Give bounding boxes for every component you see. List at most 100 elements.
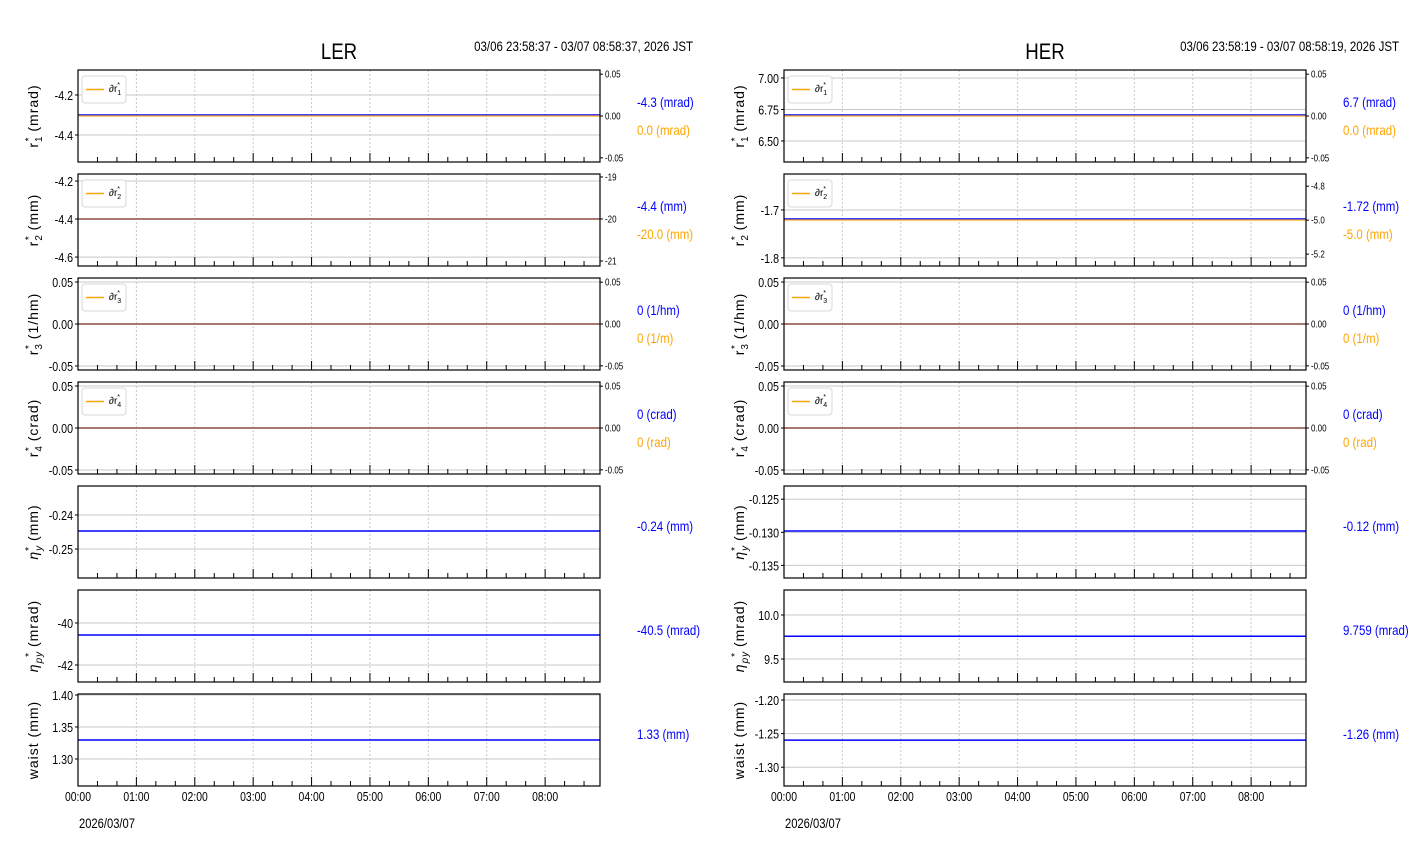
y-tick-label: 6.75 <box>758 102 779 117</box>
right-y-tick-label: 0.05 <box>605 69 621 80</box>
current-value-label: 9.759 (mrad) <box>1343 622 1409 638</box>
y-tick-label: -42 <box>58 658 73 673</box>
legend-superscript: * <box>823 394 826 401</box>
x-tick-label: 07:00 <box>474 790 500 804</box>
y-label-symbol: η <box>25 551 41 560</box>
y-label-unit: (crad) <box>731 399 747 446</box>
panel: -1.7 -1.8 -4.8 -5.0 -5.2 ∂r2* -1.72 (mm) -5.0 (… <box>730 173 1399 267</box>
panel-frame <box>77 173 601 267</box>
y-tick-label: -0.25 <box>49 542 74 557</box>
right-y-tick-label: 0.05 <box>605 277 621 288</box>
y-axis-label: r2* (mm) <box>730 194 751 247</box>
x-tick-label: 05:00 <box>357 790 383 804</box>
right-y-tick-label: -0.05 <box>605 152 623 163</box>
legend-subscript: 3 <box>823 298 827 305</box>
delta-value-label: 0 (1/m) <box>637 330 673 346</box>
panel: -4.2 -4.4 0.05 0.00 -0.05 ∂r1* -4.3 (mrad) 0.0 … <box>24 69 694 164</box>
right-y-tick-label: 0.00 <box>1311 319 1327 330</box>
legend-subscript: 2 <box>823 194 827 201</box>
x-tick-label: 03:00 <box>946 790 972 804</box>
legend-label: ∂r4* <box>109 394 121 409</box>
right-y-tick-label: -0.05 <box>1311 152 1329 163</box>
y-label-unit: (mrad) <box>25 600 41 652</box>
y-label-symbol: waist <box>731 742 747 780</box>
panel: 1.40 1.35 1.30 1.33 (mm) waist (mm) <box>25 688 689 787</box>
right-y-tick-label: 0.00 <box>605 423 621 434</box>
y-tick-label: -0.05 <box>49 463 74 478</box>
x-tick-label: 04:00 <box>299 790 325 804</box>
legend-label: ∂r2* <box>815 186 827 201</box>
right-y-tick-label: -5.0 <box>1311 215 1325 226</box>
x-tick-label: 00:00 <box>771 790 797 804</box>
chart-title: LER <box>321 41 357 65</box>
x-tick-label: 08:00 <box>1238 790 1264 804</box>
panel: 0.05 0.00 -0.05 0.05 0.00 -0.05 ∂r4* 0 (crad) 0 … <box>24 379 677 478</box>
y-tick-label: 0.00 <box>758 317 779 332</box>
legend-superscript: * <box>117 290 120 297</box>
x-tick-label: 06:00 <box>415 790 441 804</box>
right-y-tick-label: 0.00 <box>1311 111 1327 122</box>
right-y-tick-label: 0.00 <box>605 111 621 122</box>
y-axis-label: ηy* (mm) <box>730 504 751 559</box>
y-tick-label: -4.4 <box>55 128 74 143</box>
y-tick-label: -1.25 <box>755 727 780 742</box>
panel: 10.0 9.5 9.759 (mrad) ηpy* (mrad) <box>730 589 1409 683</box>
x-tick-label: 02:00 <box>888 790 914 804</box>
y-tick-label: -4.2 <box>55 88 73 103</box>
current-value-label: 0 (crad) <box>637 406 677 422</box>
panel: 0.05 0.00 -0.05 0.05 0.00 -0.05 ∂r3* 0 (1/hm) 0 … <box>24 275 680 374</box>
y-label-unit: (mm) <box>731 504 747 546</box>
subplot-column-her: HER 03/06 23:58:19 - 03/07 08:58:19, 2026… <box>730 38 1409 831</box>
delta-value-label: -5.0 (mm) <box>1343 226 1393 242</box>
y-tick-label: 1.30 <box>52 752 73 767</box>
y-axis-label: r3* (1/hm) <box>24 293 45 355</box>
current-value-label: -0.12 (mm) <box>1343 518 1399 534</box>
current-value-label: -1.26 (mm) <box>1343 726 1399 742</box>
current-value-label: -4.3 (mrad) <box>637 94 694 110</box>
right-y-tick-label: 0.05 <box>1311 381 1327 392</box>
legend: ∂r1* <box>81 75 127 104</box>
y-label-unit: (crad) <box>25 399 41 446</box>
panel: -1.20 -1.25 -1.30 -1.26 (mm) waist (mm) <box>731 693 1399 787</box>
y-tick-label: 0.00 <box>52 317 73 332</box>
panel: -4.2 -4.4 -4.6 -19 -20 -21 ∂r2* -4.4 (mm) -20.0 … <box>24 172 693 267</box>
legend-superscript: * <box>117 186 120 193</box>
x-tick-label: 08:00 <box>532 790 558 804</box>
right-y-tick-label: 0.00 <box>1311 423 1327 434</box>
y-axis-label: r2* (mm) <box>24 194 45 247</box>
right-y-tick-label: 0.05 <box>605 381 621 392</box>
y-label-symbol: η <box>25 663 41 672</box>
delta-value-label: 0.0 (mrad) <box>1343 122 1396 138</box>
current-value-label: 0 (crad) <box>1343 406 1383 422</box>
panel: 7.00 6.75 6.50 0.05 0.00 -0.05 ∂r1* 6.7 (mrad) 0… <box>730 69 1396 164</box>
chart-title: HER <box>1025 41 1064 65</box>
legend-superscript: * <box>823 186 826 193</box>
x-tick-label: 04:00 <box>1005 790 1031 804</box>
y-tick-label: 7.00 <box>758 71 779 86</box>
y-axis-label: r1* (mrad) <box>24 84 45 147</box>
legend-label: ∂r3* <box>109 290 121 305</box>
panel: -0.125 -0.130 -0.135 -0.12 (mm) ηy* (mm) <box>730 485 1399 579</box>
legend-subscript: 4 <box>823 402 827 409</box>
y-tick-label: 0.05 <box>52 379 73 394</box>
x-tick-label: 03:00 <box>240 790 266 804</box>
y-axis-label: r4* (crad) <box>24 399 45 458</box>
y-axis-label: r1* (mrad) <box>730 84 751 147</box>
right-y-tick-label: -19 <box>605 172 617 183</box>
y-label-unit: (mrad) <box>731 84 747 136</box>
time-range-label: 03/06 23:58:37 - 03/07 08:58:37, 2026 JS… <box>474 38 693 54</box>
legend-superscript: * <box>117 82 120 89</box>
legend: ∂r4* <box>81 387 127 416</box>
y-axis-label: ηpy* (mrad) <box>24 600 45 672</box>
time-range-label: 03/06 23:58:19 - 03/07 08:58:19, 2026 JS… <box>1180 38 1399 54</box>
y-tick-label: 0.05 <box>758 275 779 290</box>
x-tick-label: 02:00 <box>182 790 208 804</box>
legend-label: ∂r3* <box>815 290 827 305</box>
y-tick-label: -4.2 <box>55 174 73 189</box>
y-tick-label: -0.05 <box>49 359 74 374</box>
legend-superscript: * <box>823 290 826 297</box>
legend-subscript: 1 <box>117 90 121 97</box>
delta-value-label: 0.0 (mrad) <box>637 122 690 138</box>
current-value-label: 0 (1/hm) <box>637 302 680 318</box>
panel: 0.05 0.00 -0.05 0.05 0.00 -0.05 ∂r4* 0 (crad) 0 … <box>730 379 1383 478</box>
